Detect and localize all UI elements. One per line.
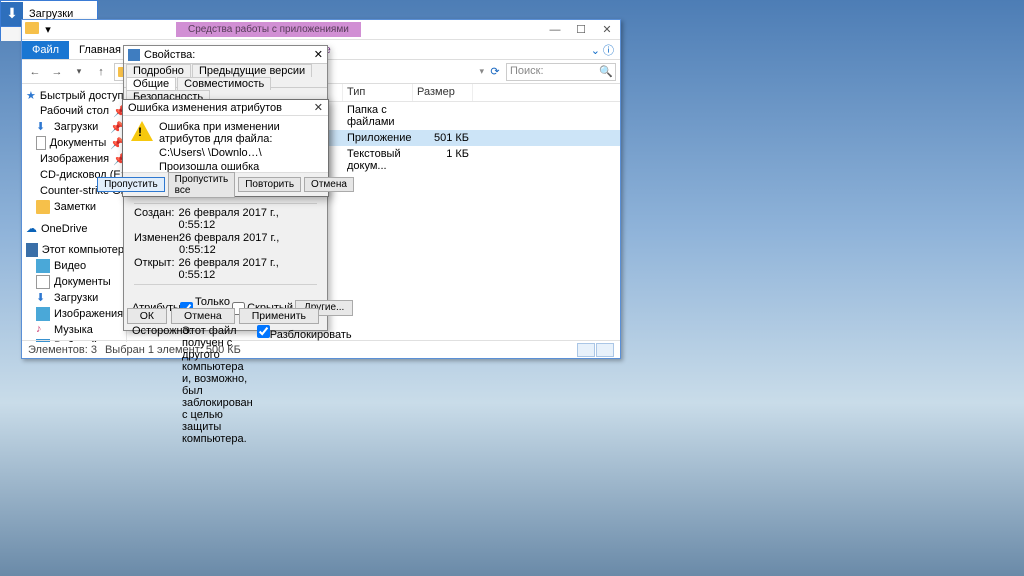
nav-item[interactable]: ⬇Загрузки [22, 290, 126, 306]
view-large-icon[interactable] [596, 343, 614, 357]
search-icon: 🔍 [599, 65, 613, 78]
contextual-tab-label: Средства работы с приложениями [176, 22, 361, 37]
unblock-checkbox[interactable]: Разблокировать [257, 325, 352, 445]
close-icon[interactable]: ✕ [314, 48, 323, 61]
maximize-button[interactable]: ☐ [568, 21, 594, 39]
tab-file[interactable]: Файл [22, 41, 69, 59]
nav-item[interactable]: Рабочий стол📌 [22, 103, 126, 119]
folder-icon [25, 22, 39, 34]
cancel-button[interactable]: Отмена [304, 177, 354, 192]
error-button-bar: Пропустить Пропустить все Повторить Отме… [123, 172, 328, 196]
nav-onedrive[interactable]: ☁OneDrive [22, 221, 126, 236]
warning-icon: ! [131, 121, 153, 143]
error-dialog: Ошибка изменения атрибутов ✕ ! Ошибка пр… [122, 99, 329, 197]
error-title: Ошибка изменения атрибутов [128, 102, 282, 114]
nav-item[interactable]: Изображения [22, 306, 126, 322]
nav-item[interactable]: Заметки [22, 199, 126, 215]
minimize-button[interactable]: — [542, 21, 568, 39]
skip-button[interactable]: Пропустить [97, 177, 165, 192]
properties-button-bar: ОК Отмена Применить [127, 308, 319, 324]
quick-access-icons: ▾ [25, 22, 56, 38]
refresh-icon[interactable]: ⟳ [488, 65, 502, 78]
back-button[interactable]: ← [26, 66, 44, 78]
apply-button[interactable]: Применить [239, 308, 319, 324]
titlebar[interactable]: ▾ Средства работы с приложениями — ☐ ✕ [22, 20, 620, 40]
ok-button[interactable]: ОК [127, 308, 167, 324]
close-icon[interactable]: ✕ [314, 101, 323, 114]
cancel-button[interactable]: Отмена [171, 308, 235, 324]
navigation-pane: ★Быстрый доступ Рабочий стол📌 ⬇Загрузки📌… [22, 84, 127, 342]
search-input[interactable]: Поиск: 🔍 [506, 63, 616, 81]
nav-item[interactable]: ⬇Загрузки📌 [22, 119, 126, 135]
status-count: Элементов: 3 [28, 344, 97, 356]
nav-item[interactable]: Изображения📌 [22, 151, 126, 167]
retry-button[interactable]: Повторить [238, 177, 301, 192]
properties-tabs: Подробно Предыдущие версии Общие Совмест… [124, 64, 327, 88]
file-dates-section: Создан:26 февраля 2017 г., 0:55:12 Измен… [124, 196, 327, 294]
properties-title: Свойства: [144, 49, 195, 61]
tab-compat[interactable]: Совместимость [177, 77, 271, 90]
up-button[interactable]: ↑ [92, 66, 110, 78]
nav-item[interactable]: Документы📌 [22, 135, 126, 151]
col-type: Тип [343, 84, 413, 101]
error-titlebar[interactable]: Ошибка изменения атрибутов ✕ [123, 100, 328, 116]
dropdown-icon[interactable]: ▾ [40, 22, 56, 38]
search-placeholder: Поиск: [510, 65, 544, 77]
skip-all-button[interactable]: Пропустить все [168, 172, 236, 198]
tab-general[interactable]: Общие [126, 77, 176, 90]
ribbon-toggle-icon[interactable]: ⌄ ⓘ [591, 42, 620, 58]
tab-home[interactable]: Главная [69, 41, 131, 59]
security-warning-row: Осторожно: Этот файл получен с другого к… [124, 322, 327, 448]
col-size: Размер [413, 84, 473, 101]
properties-titlebar[interactable]: Свойства: ✕ [124, 46, 327, 64]
nav-item[interactable]: Документы [22, 274, 126, 290]
nav-item[interactable]: Видео [22, 258, 126, 274]
app-icon [128, 49, 140, 61]
forward-button[interactable]: → [48, 66, 66, 78]
nav-this-pc[interactable]: Этот компьютер [22, 242, 126, 258]
down-arrow-icon: ⬇ [1, 2, 23, 26]
tab-details[interactable]: Подробно [126, 64, 191, 77]
bg-window-title: Загрузки [23, 8, 73, 20]
view-details-icon[interactable] [577, 343, 595, 357]
tab-previous-versions[interactable]: Предыдущие версии [192, 64, 312, 77]
nav-item[interactable]: ♪Музыка [22, 322, 126, 338]
close-button[interactable]: ✕ [594, 21, 620, 39]
history-dropdown[interactable]: ▾ [70, 66, 88, 77]
nav-quick-access[interactable]: ★Быстрый доступ [22, 88, 126, 103]
